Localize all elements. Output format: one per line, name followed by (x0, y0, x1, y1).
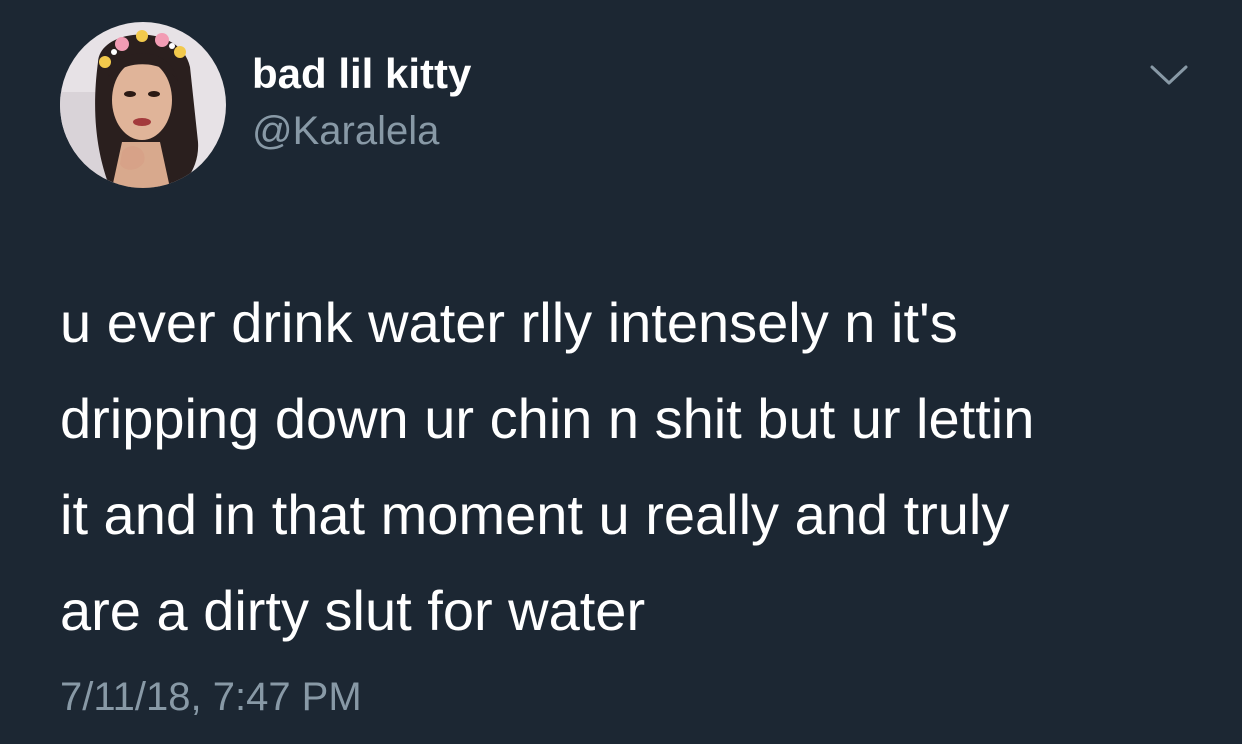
chevron-down-icon[interactable] (1148, 58, 1190, 92)
user-handle[interactable]: @Karalela (252, 106, 439, 156)
tweet-timestamp[interactable]: 7/11/18, 7:47 PM (60, 672, 362, 722)
tweet-text: u ever drink water rlly intensely n it's… (60, 275, 1200, 659)
tweet-text-line: dripping down ur chin n shit but ur lett… (60, 387, 1035, 450)
tweet-card: bad lil kitty @Karalela u ever drink wat… (0, 0, 1242, 744)
avatar[interactable] (60, 22, 226, 188)
display-name[interactable]: bad lil kitty (252, 48, 471, 100)
tweet-text-line: are a dirty slut for water (60, 579, 646, 642)
tweet-text-line: u ever drink water rlly intensely n it's (60, 291, 958, 354)
tweet-text-line: it and in that moment u really and truly (60, 483, 1010, 546)
avatar-photo (60, 22, 226, 188)
